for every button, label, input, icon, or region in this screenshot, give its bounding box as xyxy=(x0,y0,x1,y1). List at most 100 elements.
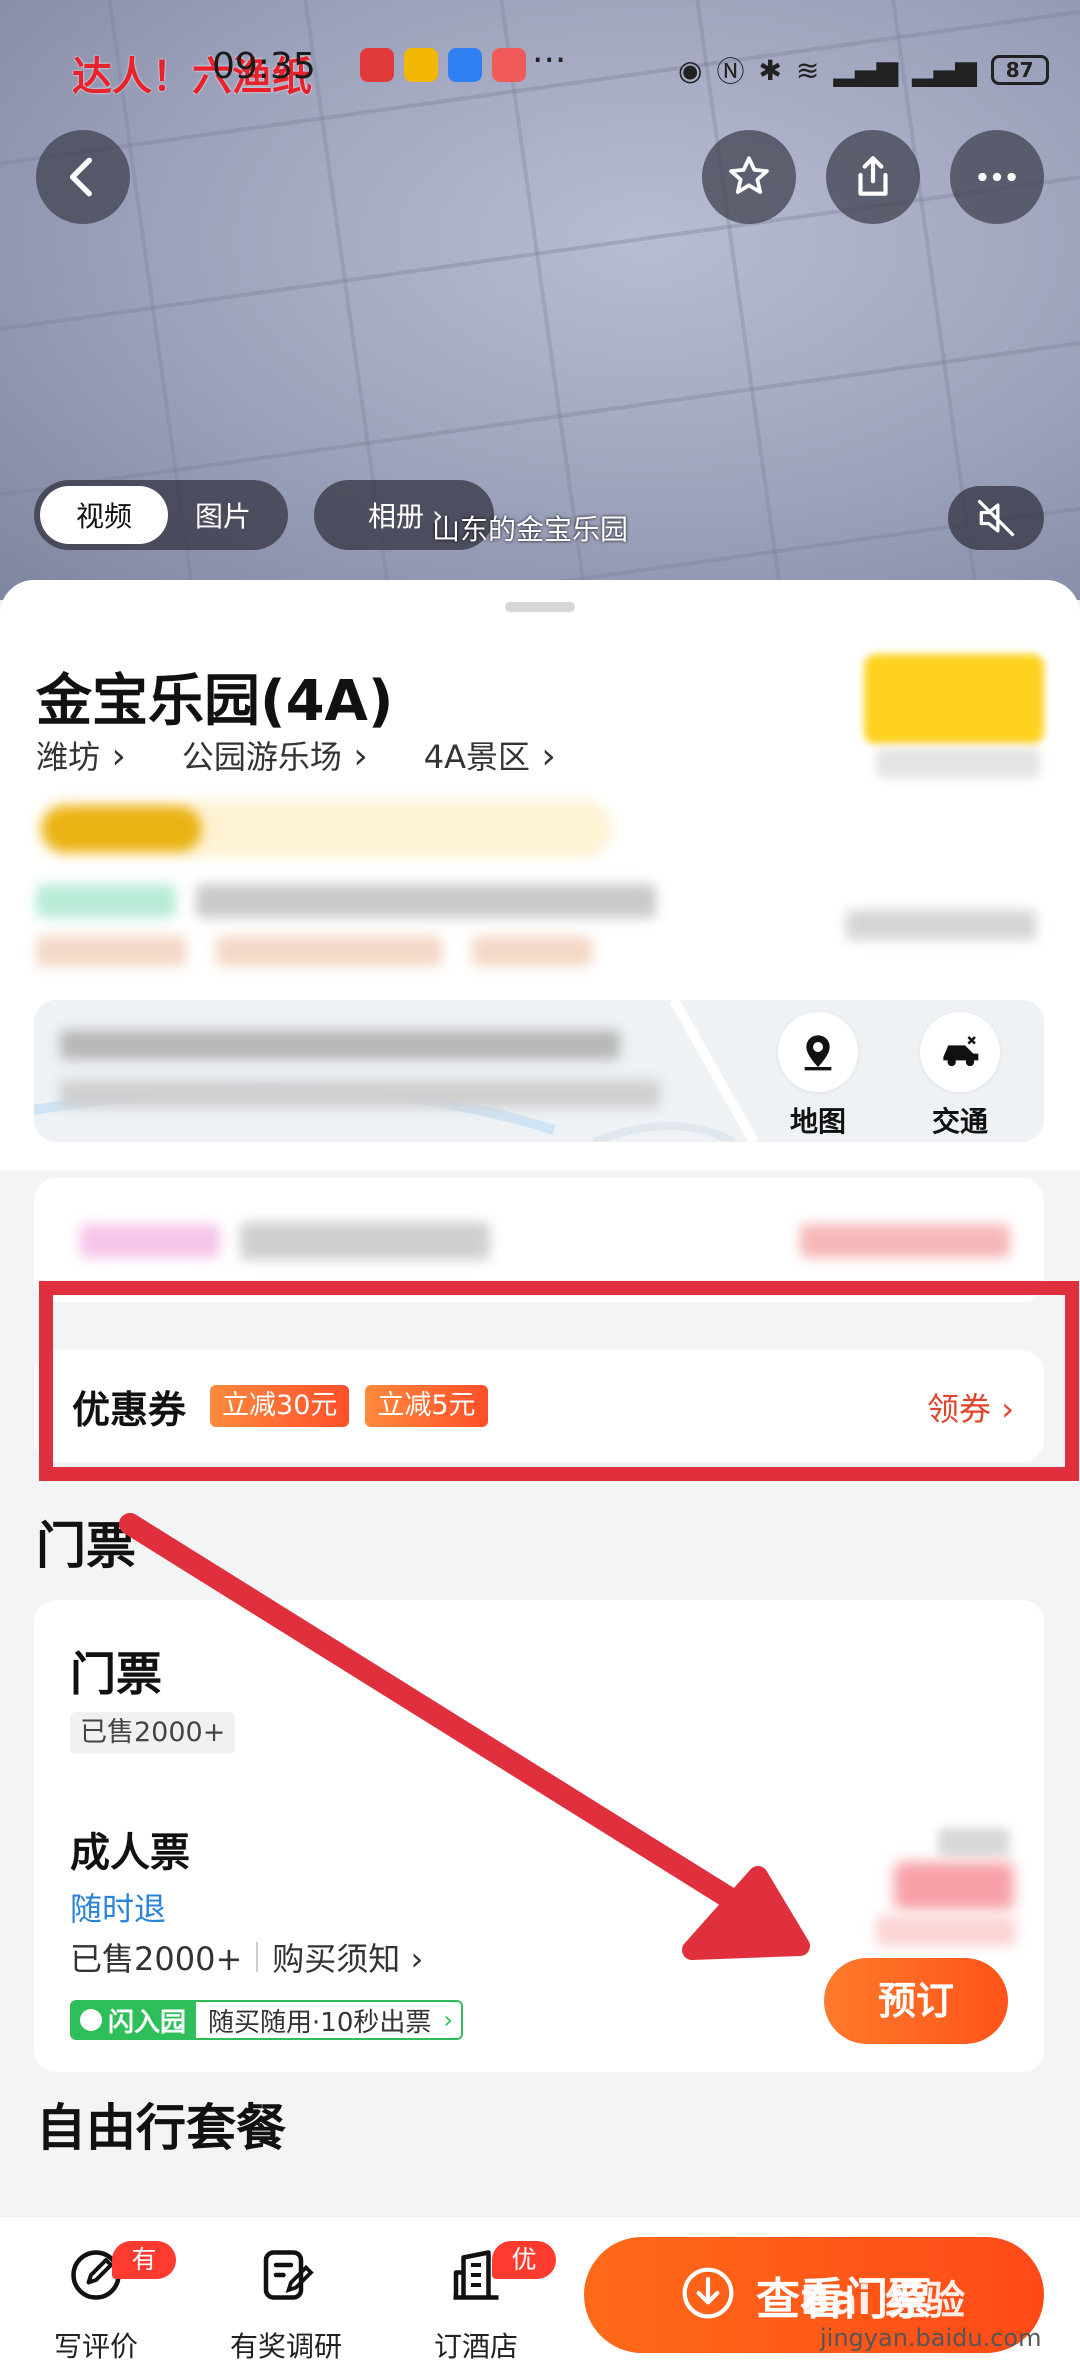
app-notification-icon xyxy=(448,48,482,82)
flash-entry-badge[interactable]: 闪入园 随买随用·10秒出票 › xyxy=(70,2000,463,2040)
book-button[interactable]: 预订 xyxy=(824,1958,1008,2044)
review-count-blurred xyxy=(876,748,1040,778)
survey-button[interactable]: 有奖调研 xyxy=(206,2245,366,2365)
survey-label: 有奖调研 xyxy=(229,2330,342,2363)
group-sold-badge: 已售2000+ xyxy=(70,1712,236,1754)
ranking-pill-blurred[interactable] xyxy=(36,800,612,858)
feature-tags-blurred xyxy=(36,936,592,966)
app-notification-icon xyxy=(360,48,394,82)
video-caption: 山东的金宝乐园 xyxy=(432,513,629,546)
product-sold-count: 已售2000+ xyxy=(70,1940,243,1978)
sheet-handle[interactable] xyxy=(505,602,575,612)
eye-icon: ◉ xyxy=(678,53,703,87)
app-notification-icon xyxy=(492,48,526,82)
address-line-blurred xyxy=(60,1030,620,1060)
ticket-meta: 已售2000+ 购买须知 › xyxy=(70,1934,423,1980)
ticket-summary-card[interactable] xyxy=(34,1178,1044,1302)
reward-badge: 有奖 xyxy=(112,2241,176,2312)
detail-sheet: 金宝乐园(4A) 潍坊 公园游乐场 4A景区 地图 交通 xyxy=(0,580,1080,2220)
purchase-notice-link[interactable]: 购买须知 › xyxy=(272,1934,423,1980)
ticket-product-name[interactable]: 成人票 xyxy=(70,1820,190,1878)
breadcrumb-level[interactable]: 4A景区 xyxy=(424,732,556,778)
page-title: 金宝乐园(4A) xyxy=(36,669,394,734)
flash-entry-label-box: 闪入园 xyxy=(72,2002,197,2038)
hero-media[interactable]: 达人！六渔纸 09:35 ··· ◉ Ⓝ ✱ ≋ ▂▄▆ ▂▄▆ 87 视频 图… xyxy=(0,0,1080,600)
more-notifications: ··· xyxy=(532,40,567,81)
map-button[interactable]: 地图 xyxy=(758,1012,878,1140)
signal-4g-icon: ▂▄▆ xyxy=(912,53,977,87)
book-hotel-label: 订酒店 xyxy=(433,2330,518,2363)
price-blurred xyxy=(894,1862,1014,1910)
flash-entry-label: 闪入园 xyxy=(108,2007,187,2038)
share-icon xyxy=(858,156,888,196)
section-title-packages: 自由行套餐 xyxy=(36,2099,286,2157)
address-distance-blurred xyxy=(60,1080,660,1108)
chevron-right-icon: › xyxy=(410,1940,424,1978)
write-review-button[interactable]: 有奖 写评价 xyxy=(16,2241,176,2365)
mute-button[interactable] xyxy=(948,486,1044,550)
status-bar: 达人！六渔纸 09:35 ··· ◉ Ⓝ ✱ ≋ ▂▄▆ ▂▄▆ 87 xyxy=(0,40,1080,100)
purchase-notice-label: 购买须知 xyxy=(272,1940,401,1978)
lightning-icon xyxy=(80,2009,102,2031)
opening-info-link-blurred[interactable] xyxy=(846,910,1036,940)
status-time: 09:35 xyxy=(212,46,316,87)
coupon-tag: 立减5元 xyxy=(365,1385,488,1427)
breadcrumb-category[interactable]: 公园游乐场 xyxy=(182,732,368,778)
claim-coupon-label: 领券 xyxy=(927,1390,992,1428)
opening-hours-blurred xyxy=(36,884,662,918)
baidu-watermark-logo: Bai 经验 xyxy=(800,2278,966,2324)
wifi-icon: ≋ xyxy=(795,53,820,87)
tab-video[interactable]: 视频 xyxy=(40,486,168,544)
breadcrumb: 潍坊 公园游乐场 4A景区 xyxy=(36,732,556,778)
signal-5g-icon: ▂▄▆ xyxy=(833,53,898,87)
system-status: ◉ Ⓝ ✱ ≋ ▂▄▆ ▂▄▆ 87 xyxy=(678,50,1049,90)
map-label: 地图 xyxy=(789,1105,846,1138)
baidu-watermark-url: jingyan.baidu.com xyxy=(820,2324,1042,2352)
chevron-right-icon: › xyxy=(443,2006,453,2034)
discount-blurred xyxy=(876,1916,1016,1946)
survey-icon xyxy=(263,2250,314,2300)
transport-label: 交通 xyxy=(931,1105,988,1138)
nfc-icon: Ⓝ xyxy=(716,55,745,88)
write-review-label: 写评价 xyxy=(53,2330,138,2363)
back-icon xyxy=(69,157,92,197)
transport-button[interactable]: 交通 xyxy=(900,1012,1020,1140)
star-icon xyxy=(729,156,769,194)
coupon-row[interactable]: 优惠券 立减30元 立减5元 领券 › xyxy=(34,1350,1044,1462)
claim-coupon-button[interactable]: 领券 › xyxy=(927,1384,1014,1430)
ticket-card: 门票 已售2000+ 成人票 随时退 已售2000+ 购买须知 › 闪入园 随买… xyxy=(34,1600,1044,2072)
book-hotel-button[interactable]: 优惠 订酒店 xyxy=(396,2241,556,2365)
arrow-down-circle-icon xyxy=(682,2267,734,2319)
favorite-button[interactable] xyxy=(702,130,796,224)
lowest-price-blurred xyxy=(240,1222,490,1260)
address-map-card[interactable]: 地图 交通 xyxy=(34,1000,1044,1142)
promo-blurred xyxy=(80,1224,220,1258)
section-title-tickets: 门票 xyxy=(36,1517,136,1575)
refund-policy: 随时退 xyxy=(70,1890,167,1928)
media-toggle: 视频 图片 xyxy=(34,480,288,550)
back-button[interactable] xyxy=(36,130,130,224)
car-icon xyxy=(943,1036,979,1067)
divider xyxy=(256,1942,259,1972)
battery-indicator: 87 xyxy=(990,55,1049,85)
mute-icon xyxy=(977,499,1015,537)
coupon-tag: 立减30元 xyxy=(210,1385,350,1427)
more-icon xyxy=(978,172,1016,182)
share-button[interactable] xyxy=(826,130,920,224)
breadcrumb-city[interactable]: 潍坊 xyxy=(36,732,126,778)
notification-icons xyxy=(360,48,526,82)
map-pin-icon xyxy=(804,1035,832,1071)
album-label: 相册 xyxy=(368,500,425,533)
discount-badge: 优惠 xyxy=(492,2241,556,2312)
weibo-icon xyxy=(404,48,438,82)
special-offer-blurred[interactable] xyxy=(800,1224,1010,1258)
more-button[interactable] xyxy=(950,130,1044,224)
ticket-group-title: 门票 xyxy=(70,1647,162,1701)
tab-photos[interactable]: 图片 xyxy=(168,486,278,544)
rating-badge-blurred[interactable] xyxy=(864,654,1044,744)
coupon-title: 优惠券 xyxy=(72,1387,187,1432)
chevron-right-icon: › xyxy=(1001,1390,1014,1428)
flash-entry-text: 随买随用·10秒出票 xyxy=(208,2007,432,2038)
original-price-blurred xyxy=(938,1828,1010,1856)
map-background xyxy=(34,1000,759,1142)
